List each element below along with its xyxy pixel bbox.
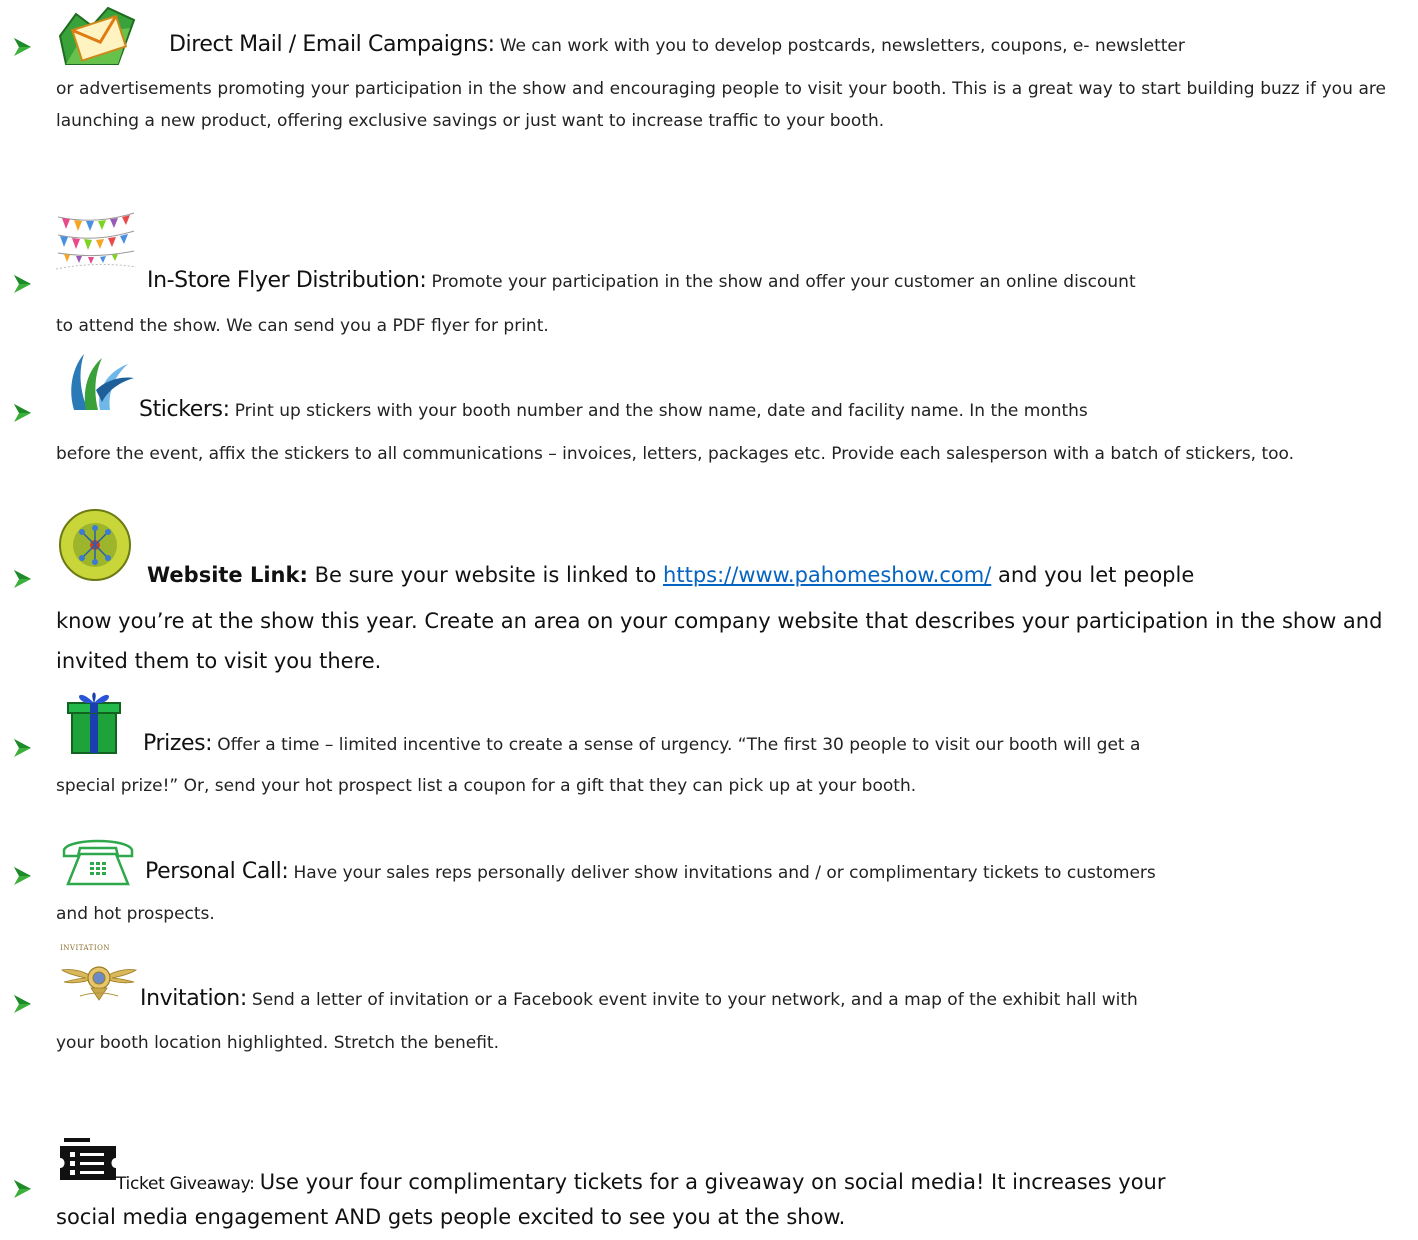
bunting-flags-icon [56,212,136,270]
invitation-crest-icon [60,966,138,1001]
item-heading: Direct Mail / Email Campaigns: [169,32,495,57]
bullet-arrow-icon [11,36,33,58]
bullet-arrow-icon [11,737,33,759]
envelope-folder-icon [58,6,136,65]
item-text-continued: know you’re at the show this year. Creat… [56,609,1383,673]
item-text: We can work with you to develop postcard… [499,36,1185,56]
item-text-continued: before the event, affix the stickers to … [56,444,1295,464]
swoosh-logo-icon [71,354,134,410]
item-text-continued: and hot prospects. [56,904,215,924]
gift-box-icon [67,692,121,754]
pahomeshow-link[interactable]: https://www.pahomeshow.com/ [663,563,991,587]
item-text: Be sure your website is linked to [314,563,657,587]
item-text: Use your four complimentary tickets for … [259,1170,1166,1194]
item-text-continued: special prize!” Or, send your hot prospe… [56,776,917,796]
item-heading: Stickers: [139,397,230,422]
item-text-continued: to attend the show. We can send you a PD… [56,316,549,336]
item-text-continued: social media engagement AND gets people … [56,1205,846,1229]
bullet-arrow-icon [11,402,33,424]
item-heading: Personal Call: [145,859,289,884]
bullet-arrow-icon [11,273,33,295]
item-text: Promote your participation in the show a… [431,272,1136,292]
item-text-continued: or advertisements promoting your partici… [56,79,1386,131]
item-heading: Website Link: [147,563,308,587]
item-heading: In-Store Flyer Distribution: [147,268,427,293]
item-text: and you let people [997,563,1195,587]
item-heading: Ticket Giveaway: [116,1174,255,1194]
bullet-arrow-icon [11,993,33,1015]
bullet-arrow-icon [11,1178,33,1200]
bullet-arrow-icon [11,568,33,590]
invitation-caption: INVITATION [60,944,110,952]
ticket-icon [60,1138,116,1180]
item-text-continued: your booth location highlighted. Stretch… [56,1033,500,1053]
item-text: Send a letter of invitation or a Faceboo… [251,990,1138,1010]
telephone-icon [62,839,134,886]
bullet-arrow-icon [11,865,33,887]
link-popularity-badge-icon [59,509,131,581]
item-text: Offer a time – limited incentive to crea… [217,735,1141,755]
item-heading: Prizes: [143,731,213,756]
item-heading: Invitation: [140,986,247,1011]
item-text: Have your sales reps personally deliver … [293,863,1156,883]
item-text: Print up stickers with your booth number… [234,401,1088,421]
